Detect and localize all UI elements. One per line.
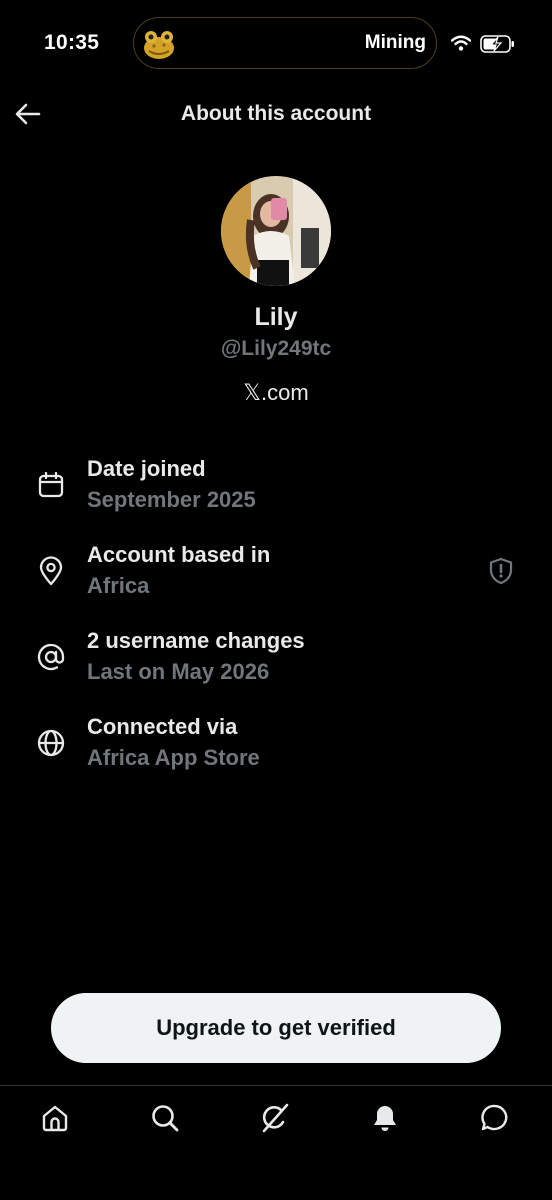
location-pin-icon — [36, 556, 66, 586]
activity-label: Mining — [364, 32, 426, 53]
dynamic-island[interactable]: Mining — [133, 17, 437, 69]
site-domain: .com — [261, 380, 309, 405]
row-title: Date joined — [87, 456, 206, 481]
row-title: Connected via — [87, 714, 238, 739]
nav-notifications[interactable] — [367, 1102, 403, 1138]
home-icon — [39, 1102, 71, 1139]
display-name: Lily — [254, 303, 298, 331]
x-logo: 𝕏 — [243, 381, 262, 406]
nav-grok[interactable] — [257, 1102, 293, 1138]
messages-icon — [479, 1102, 511, 1139]
detail-row-account-based-in: Account based in Africa — [0, 542, 552, 612]
nav-search[interactable] — [147, 1102, 183, 1138]
detail-row-connected-via: Connected via Africa App Store — [0, 714, 552, 784]
site-label: 𝕏.com — [0, 380, 552, 406]
grok-icon — [259, 1102, 291, 1139]
row-value: Africa App Store — [87, 745, 260, 770]
row-value: Africa — [87, 573, 150, 598]
row-title: Account based in — [87, 542, 271, 567]
at-sign-icon — [36, 642, 66, 672]
page-title: About this account — [180, 102, 372, 125]
shield-alert-icon[interactable] — [486, 556, 516, 586]
status-time: 10:35 — [44, 31, 100, 54]
nav-messages[interactable] — [477, 1102, 513, 1138]
row-value: Last on May 2026 — [87, 659, 270, 684]
avatar[interactable] — [221, 176, 331, 286]
detail-row-username-changes: 2 username changes Last on May 2026 — [0, 628, 552, 698]
battery-charging-icon — [480, 35, 516, 53]
bottom-navigation — [0, 1085, 552, 1200]
notifications-icon — [369, 1102, 401, 1139]
search-icon — [149, 1102, 181, 1139]
globe-icon — [36, 728, 66, 758]
wifi-icon — [450, 35, 472, 51]
row-value: September 2025 — [87, 487, 256, 512]
frog-icon — [140, 24, 178, 62]
upgrade-to-verified-button[interactable]: Upgrade to get verified — [51, 993, 501, 1063]
nav-home[interactable] — [37, 1102, 73, 1138]
calendar-icon — [36, 470, 66, 500]
row-title: 2 username changes — [87, 628, 305, 653]
detail-row-date-joined: Date joined September 2025 — [0, 456, 552, 526]
account-handle: @Lily249tc — [220, 337, 332, 360]
